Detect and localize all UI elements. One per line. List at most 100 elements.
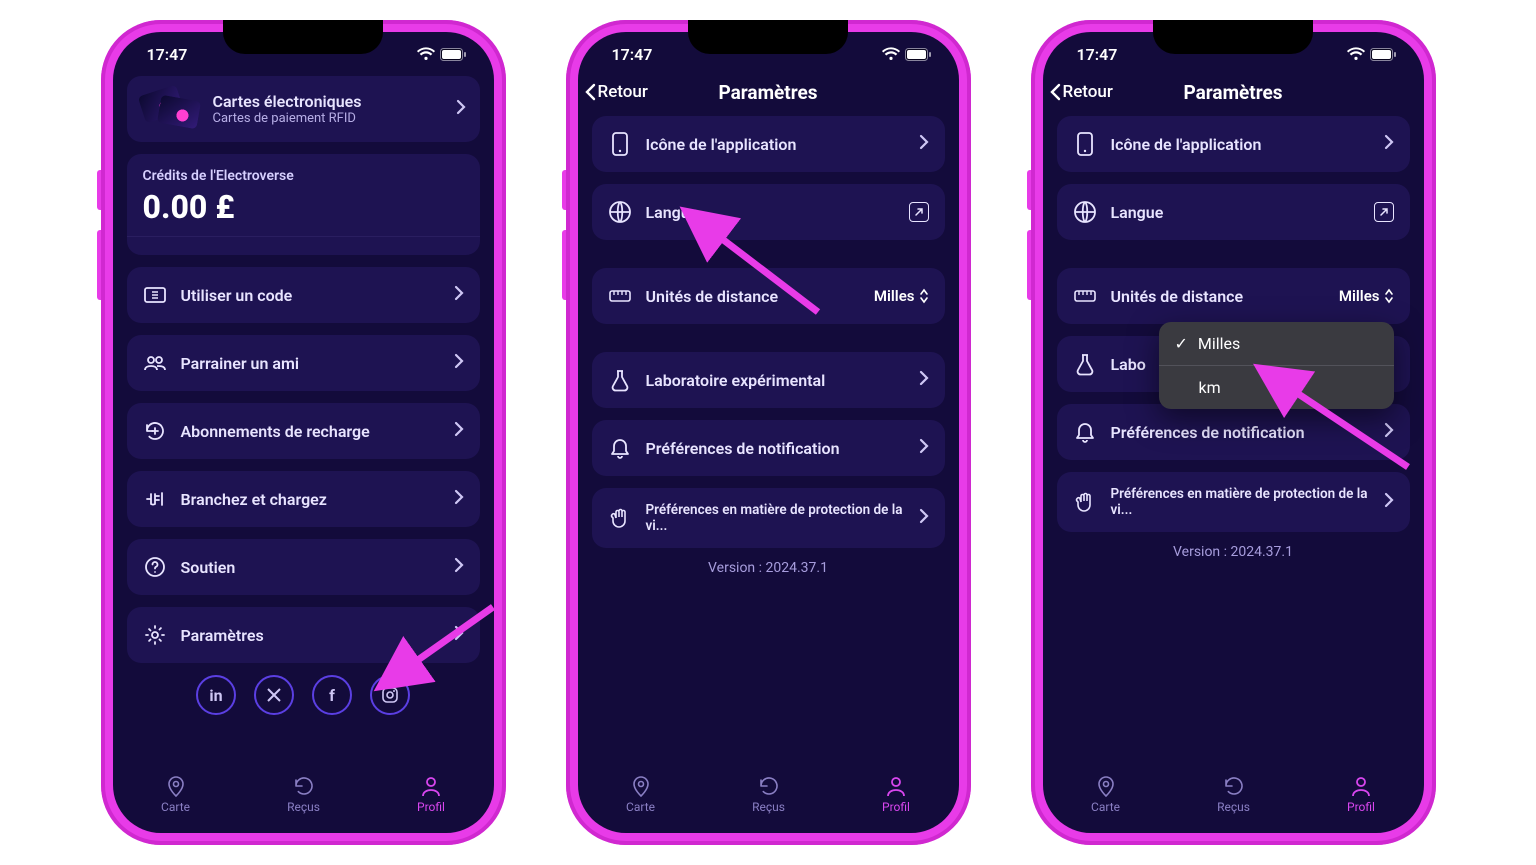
tab-map-label: Carte [626, 800, 655, 814]
phone-icon [1073, 132, 1097, 156]
back-button[interactable]: Retour [584, 82, 648, 102]
annotation-arrow [1268, 372, 1418, 482]
page-title: Paramètres [718, 81, 817, 104]
chevron-right-icon [919, 134, 929, 154]
back-label: Retour [598, 82, 648, 102]
screen-settings: 17:47 Retour Paramètres Icône de l'appli… [578, 32, 959, 833]
app-icon-label: Icône de l'application [1111, 135, 1370, 154]
distance-units-row[interactable]: Unités de distance Milles [1057, 268, 1410, 324]
status-icons [1347, 48, 1396, 61]
tab-receipts-label: Reçus [1217, 800, 1250, 814]
tab-map[interactable]: Carte [1091, 775, 1120, 814]
chevron-right-icon [454, 285, 464, 305]
lab-label: Laboratoire expérimental [646, 371, 905, 390]
chevron-right-icon [456, 99, 466, 119]
tab-map[interactable]: Carte [626, 775, 655, 814]
ticket-icon [143, 287, 167, 303]
external-link-icon [1374, 202, 1394, 222]
language-row[interactable]: Langue [1057, 184, 1410, 240]
wifi-icon [417, 48, 435, 61]
redeem-label: Utiliser un code [181, 286, 440, 305]
bell-icon [608, 437, 632, 459]
chevron-left-icon [1049, 83, 1061, 101]
tab-profile[interactable]: Profil [1347, 775, 1375, 814]
distance-label: Unités de distance [1111, 287, 1325, 306]
help-icon [143, 556, 167, 578]
tab-profile[interactable]: Profil [882, 775, 910, 814]
chevron-right-icon [454, 489, 464, 509]
distance-value-picker[interactable]: Milles [1339, 287, 1394, 305]
electronic-cards-row[interactable]: Cartes électroniques Cartes de paiement … [127, 76, 480, 142]
option-km-label: km [1199, 378, 1221, 397]
wifi-icon [882, 48, 900, 61]
credits-label: Crédits de l'Electroverse [143, 168, 464, 184]
chevron-right-icon [1384, 492, 1394, 512]
updown-icon [1384, 288, 1394, 304]
chevron-right-icon [454, 353, 464, 373]
battery-icon [905, 48, 931, 61]
linkedin-icon[interactable]: in [196, 675, 236, 715]
tab-profile-label: Profil [1347, 800, 1375, 814]
chevron-right-icon [919, 370, 929, 390]
back-button[interactable]: Retour [1049, 82, 1113, 102]
support-row[interactable]: Soutien [127, 539, 480, 595]
ruler-icon [608, 290, 632, 302]
ecards-subtitle: Cartes de paiement RFID [213, 111, 442, 126]
tab-profile[interactable]: Profil [417, 775, 445, 814]
ecards-title: Cartes électroniques [213, 92, 442, 111]
status-icons [882, 48, 931, 61]
tab-receipts[interactable]: Reçus [752, 775, 785, 814]
language-label: Langue [1111, 203, 1360, 222]
option-miles[interactable]: ✓ Milles [1159, 322, 1394, 365]
support-label: Soutien [181, 558, 440, 577]
notif-label: Préférences de notification [646, 439, 905, 458]
subscriptions-row[interactable]: Abonnements de recharge [127, 403, 480, 459]
globe-icon [1073, 200, 1097, 224]
page-title: Paramètres [1183, 81, 1282, 104]
globe-icon [608, 200, 632, 224]
flask-icon [608, 369, 632, 391]
check-icon: ✓ [1175, 334, 1188, 353]
chevron-left-icon [584, 83, 596, 101]
privacy-label: Préférences en matière de protection de … [1111, 486, 1370, 518]
privacy-label: Préférences en matière de protection de … [646, 502, 905, 534]
battery-icon [440, 48, 466, 61]
app-icon-row[interactable]: Icône de l'application [592, 116, 945, 172]
plug-charge-row[interactable]: Branchez et chargez [127, 471, 480, 527]
gear-icon [143, 624, 167, 646]
screen-settings-dropdown: 17:47 Retour Paramètres Icône de l'appli… [1043, 32, 1424, 833]
tab-receipts[interactable]: Reçus [287, 775, 320, 814]
redeem-code-row[interactable]: Utiliser un code [127, 267, 480, 323]
updown-icon [919, 288, 929, 304]
distance-value-picker[interactable]: Milles [874, 287, 929, 305]
tab-map[interactable]: Carte [161, 775, 190, 814]
hand-icon [608, 507, 632, 529]
facebook-icon[interactable]: f [312, 675, 352, 715]
status-icons [417, 48, 466, 61]
distance-value: Milles [1339, 287, 1380, 305]
flask-icon [1073, 353, 1097, 375]
ruler-icon [1073, 290, 1097, 302]
chevron-right-icon [1384, 134, 1394, 154]
experimental-lab-row[interactable]: Laboratoire expérimental [592, 352, 945, 408]
refer-friend-row[interactable]: Parrainer un ami [127, 335, 480, 391]
x-icon[interactable] [254, 675, 294, 715]
chevron-right-icon [454, 557, 464, 577]
credits-value: 0.00 £ [143, 188, 464, 226]
notch [688, 20, 848, 54]
plug-label: Branchez et chargez [181, 490, 440, 509]
tab-map-label: Carte [1091, 800, 1120, 814]
notch [1153, 20, 1313, 54]
notification-prefs-row[interactable]: Préférences de notification [592, 420, 945, 476]
privacy-prefs-row[interactable]: Préférences en matière de protection de … [592, 488, 945, 548]
notch [223, 20, 383, 54]
tab-receipts[interactable]: Reçus [1217, 775, 1250, 814]
status-time: 17:47 [612, 45, 653, 64]
distance-value: Milles [874, 287, 915, 305]
chevron-right-icon [919, 508, 929, 528]
annotation-arrow [393, 597, 494, 687]
divider [127, 236, 480, 237]
subs-label: Abonnements de recharge [181, 422, 440, 441]
version-text: Version : 2024.37.1 [1057, 544, 1410, 560]
app-icon-row[interactable]: Icône de l'application [1057, 116, 1410, 172]
